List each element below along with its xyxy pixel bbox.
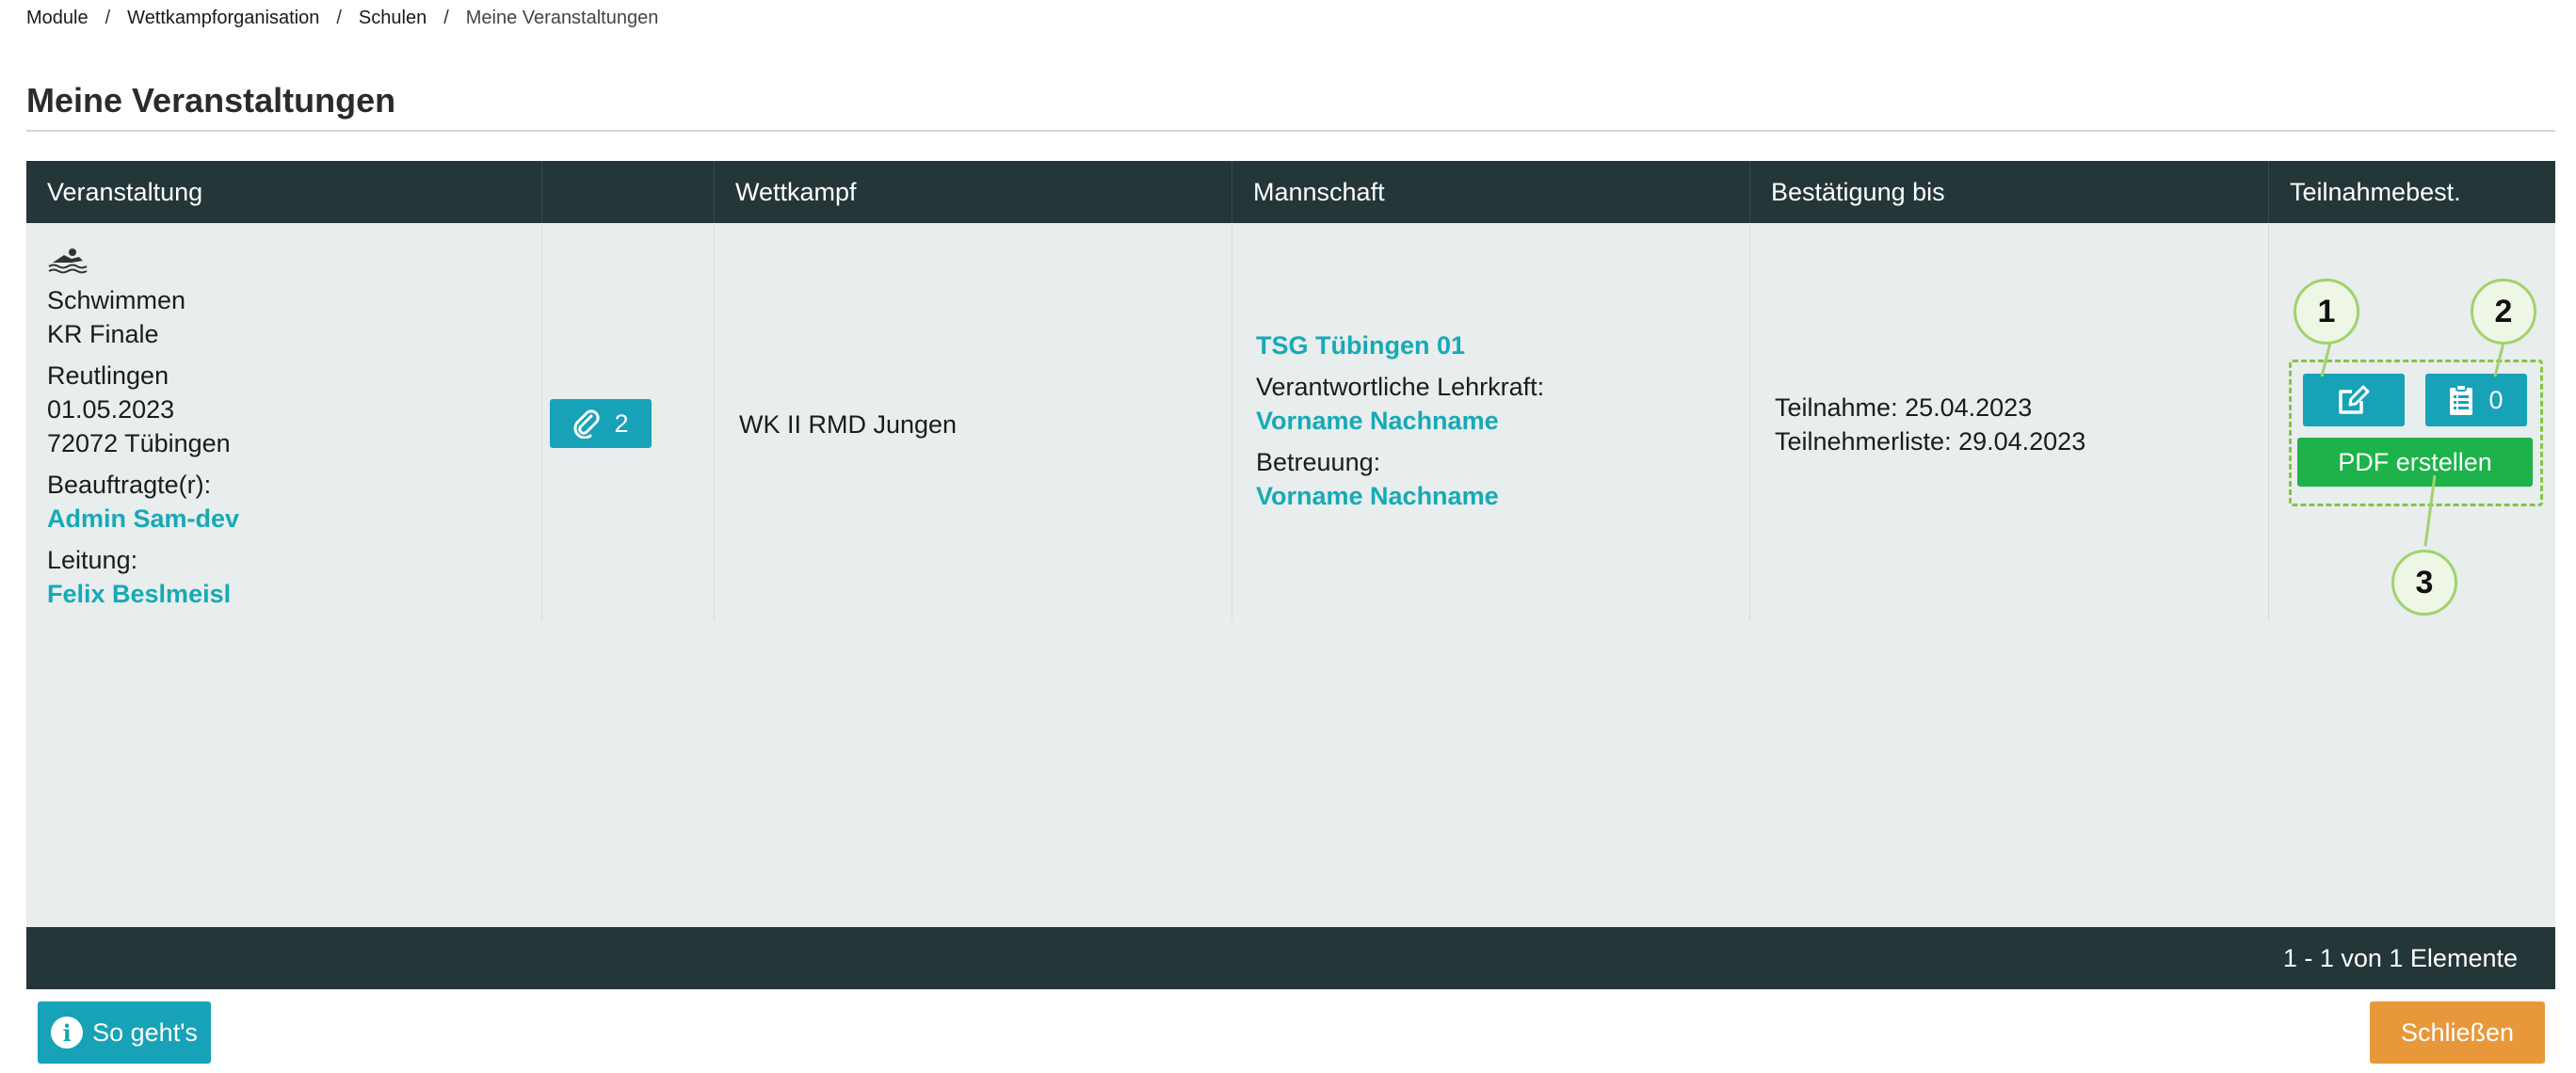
attachments-count: 2: [614, 408, 629, 438]
mannschaft-info: TSG Tübingen 01 Verantwortliche Lehrkraf…: [1256, 328, 1544, 513]
swimming-icon: [48, 248, 88, 274]
pdf-create-button[interactable]: PDF erstellen: [2297, 438, 2533, 487]
close-button[interactable]: Schließen: [2370, 1001, 2545, 1064]
teilnahme-deadline: Teilnahme: 25.04.2023: [1775, 393, 2033, 422]
bestaetigung-info: Teilnahme: 25.04.2023 Teilnehmerliste: 2…: [1775, 391, 2085, 458]
column-header-mannschaft[interactable]: Mannschaft: [1232, 161, 1750, 223]
breadcrumb-separator: /: [105, 8, 111, 28]
lehrkraft-link[interactable]: Vorname Nachname: [1256, 404, 1544, 438]
column-header-wettkampf[interactable]: Wettkampf: [715, 161, 1232, 223]
events-grid: Veranstaltung Wettkampf Mannschaft Bestä…: [26, 161, 2555, 980]
column-header-attachments: [542, 161, 715, 223]
event-location: Reutlingen: [47, 361, 169, 390]
cell-veranstaltung: Schwimmen KR Finale Reutlingen 01.05.202…: [26, 223, 542, 620]
leitung-label: Leitung:: [47, 546, 138, 574]
callout-3: 3: [2391, 550, 2457, 616]
column-header-veranstaltung[interactable]: Veranstaltung: [26, 161, 542, 223]
event-date: 01.05.2023: [47, 395, 175, 424]
participant-list-button[interactable]: 0: [2425, 374, 2527, 426]
column-header-teilnahmebest[interactable]: Teilnahmebest.: [2269, 161, 2555, 223]
breadcrumb-current: Meine Veranstaltungen: [465, 8, 659, 28]
teilnehmerliste-deadline: Teilnehmerliste: 29.04.2023: [1775, 427, 2086, 456]
breadcrumb-separator: /: [336, 8, 342, 28]
participant-list-count: 0: [2488, 385, 2504, 414]
leitung-link[interactable]: Felix Beslmeisl: [47, 577, 541, 611]
beauftragte-label: Beauftragte(r):: [47, 471, 212, 499]
page-title: Meine Veranstaltungen: [26, 81, 396, 120]
betreuung-link[interactable]: Vorname Nachname: [1256, 479, 1544, 513]
paperclip-icon: [574, 409, 601, 439]
beauftragte-link[interactable]: Admin Sam-dev: [47, 502, 541, 536]
callout-2: 2: [2471, 279, 2536, 344]
edit-button[interactable]: [2303, 374, 2405, 426]
grid-header: Veranstaltung Wettkampf Mannschaft Bestä…: [26, 161, 2555, 223]
event-name: KR Finale: [47, 320, 159, 348]
event-address: 72072 Tübingen: [47, 429, 231, 457]
column-header-bestaetigung[interactable]: Bestätigung bis: [1750, 161, 2269, 223]
attachments-button[interactable]: 2: [550, 399, 652, 448]
title-divider: [26, 130, 2555, 132]
betreuung-label: Betreuung:: [1256, 448, 1381, 476]
help-label: So geht's: [92, 1017, 198, 1047]
breadcrumb: Module / Wettkampforganisation / Schulen…: [26, 8, 658, 29]
callout-1: 1: [2294, 279, 2359, 344]
info-icon: i: [51, 1017, 84, 1049]
grid-footer: 1 - 1 von 1 Elemente: [26, 927, 2555, 989]
help-button[interactable]: i So geht's: [38, 1001, 211, 1064]
edit-icon: [2339, 385, 2370, 414]
clipboard-list-icon: [2450, 384, 2473, 415]
breadcrumb-separator: /: [443, 8, 449, 28]
breadcrumb-schulen[interactable]: Schulen: [359, 8, 427, 29]
team-link[interactable]: TSG Tübingen 01: [1256, 328, 1544, 362]
lehrkraft-label: Verantwortliche Lehrkraft:: [1256, 373, 1545, 401]
event-sport: Schwimmen: [47, 286, 186, 314]
breadcrumb-module[interactable]: Module: [26, 8, 89, 29]
wettkampf-name: WK II RMD Jungen: [739, 410, 958, 439]
breadcrumb-wettkampforganisation[interactable]: Wettkampforganisation: [127, 8, 319, 29]
pager-info: 1 - 1 von 1 Elemente: [2282, 943, 2518, 972]
